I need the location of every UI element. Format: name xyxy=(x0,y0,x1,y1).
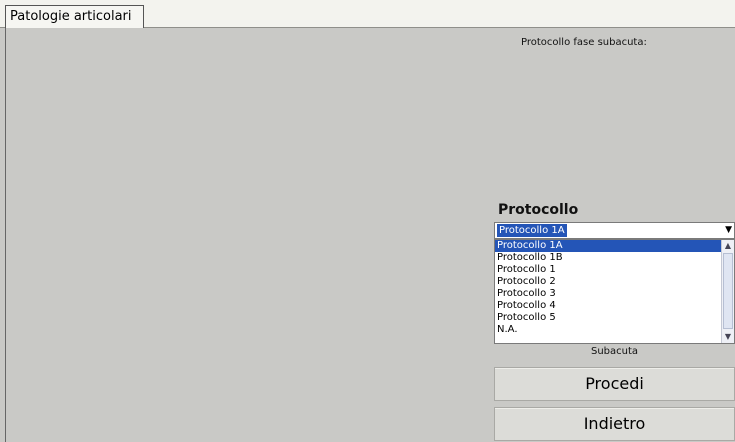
listbox-scrollbar[interactable]: ▲ ▼ xyxy=(721,240,734,343)
list-item[interactable]: Protocollo 1A xyxy=(495,240,724,252)
tab-patologie-articolari[interactable]: Patologie articolari xyxy=(5,5,144,29)
chevron-down-icon[interactable]: ▼ xyxy=(725,223,732,238)
protocollo-combobox[interactable]: Protocollo 1A ▼ xyxy=(494,222,735,239)
procedi-button[interactable]: Procedi xyxy=(494,367,735,401)
indietro-button[interactable]: Indietro xyxy=(494,407,735,441)
tab-strip: Patologie articolari xyxy=(0,0,735,29)
list-item[interactable]: Protocollo 5 xyxy=(495,312,724,324)
protocollo-label: Protocollo xyxy=(498,202,579,218)
list-item[interactable]: Protocollo 1 xyxy=(495,264,724,276)
list-item[interactable]: Protocollo 4 xyxy=(495,300,724,312)
arrow-up-icon[interactable]: ▲ xyxy=(722,240,734,252)
protocollo-listbox[interactable]: Protocollo 1A Protocollo 1B Protocollo 1… xyxy=(494,239,735,344)
phase-label: Subacuta xyxy=(590,346,639,357)
list-item[interactable]: Protocollo 2 xyxy=(495,276,724,288)
protocol-phase-title: Protocollo fase subacuta: xyxy=(521,37,647,48)
arrow-down-icon[interactable]: ▼ xyxy=(722,331,734,343)
protocollo-combobox-value: Protocollo 1A xyxy=(497,224,567,237)
list-item[interactable]: Protocollo 3 xyxy=(495,288,724,300)
list-item[interactable]: N.A. xyxy=(495,324,724,336)
scroll-thumb[interactable] xyxy=(723,253,733,329)
list-item[interactable]: Protocollo 1B xyxy=(495,252,724,264)
